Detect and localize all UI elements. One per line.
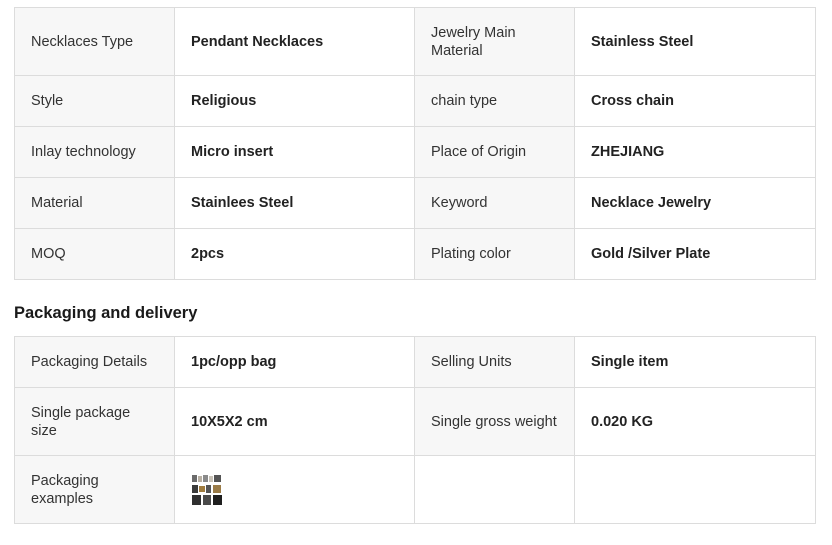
attribute-row: Material Stainlees Steel Keyword Necklac…: [14, 177, 816, 229]
packaging-example-thumbnail[interactable]: [191, 473, 223, 506]
attribute-value: 1pc/opp bag: [174, 336, 415, 388]
attribute-key: Keyword: [414, 177, 575, 229]
packaging-row: Packaging Details 1pc/opp bag Selling Un…: [14, 336, 816, 388]
packaging-row: Single package size 10X5X2 cm Single gro…: [14, 387, 816, 456]
attribute-value: 2pcs: [174, 228, 415, 280]
attribute-key: Place of Origin: [414, 126, 575, 178]
attribute-key: Material: [14, 177, 175, 229]
attribute-key: MOQ: [14, 228, 175, 280]
attribute-row: Necklaces Type Pendant Necklaces Jewelry…: [14, 7, 816, 76]
attribute-value: Pendant Necklaces: [174, 7, 415, 76]
attribute-key: Single gross weight: [414, 387, 575, 456]
attribute-value: 10X5X2 cm: [174, 387, 415, 456]
attribute-value: Stainless Steel: [574, 7, 816, 76]
packaging-example-cell: [174, 455, 415, 524]
attribute-key: Inlay technology: [14, 126, 175, 178]
attribute-row: Style Religious chain type Cross chain: [14, 75, 816, 127]
attribute-key: chain type: [414, 75, 575, 127]
attribute-key: Plating color: [414, 228, 575, 280]
packaging-section-title: Packaging and delivery: [14, 304, 198, 322]
attribute-value: Micro insert: [174, 126, 415, 178]
attribute-value: Gold /Silver Plate: [574, 228, 816, 280]
product-attributes-table: Necklaces Type Pendant Necklaces Jewelry…: [14, 7, 816, 280]
packaging-row: Packaging examples: [14, 455, 816, 524]
attribute-value: ZHEJIANG: [574, 126, 816, 178]
attribute-key: Packaging examples: [14, 455, 175, 524]
attribute-value: Necklace Jewelry: [574, 177, 816, 229]
attribute-key: Necklaces Type: [14, 7, 175, 76]
packaging-table: Packaging Details 1pc/opp bag Selling Un…: [14, 336, 816, 524]
attribute-value: Stainlees Steel: [174, 177, 415, 229]
attribute-row: MOQ 2pcs Plating color Gold /Silver Plat…: [14, 228, 816, 280]
attribute-key: Single package size: [14, 387, 175, 456]
attribute-row: Inlay technology Micro insert Place of O…: [14, 126, 816, 178]
attribute-value: Religious: [174, 75, 415, 127]
empty-cell: [574, 455, 816, 524]
attribute-key: Style: [14, 75, 175, 127]
empty-cell: [414, 455, 575, 524]
attribute-key: Packaging Details: [14, 336, 175, 388]
attribute-value: Single item: [574, 336, 816, 388]
attribute-value: 0.020 KG: [574, 387, 816, 456]
attribute-key: Jewelry Main Material: [414, 7, 575, 76]
attribute-key: Selling Units: [414, 336, 575, 388]
attribute-value: Cross chain: [574, 75, 816, 127]
